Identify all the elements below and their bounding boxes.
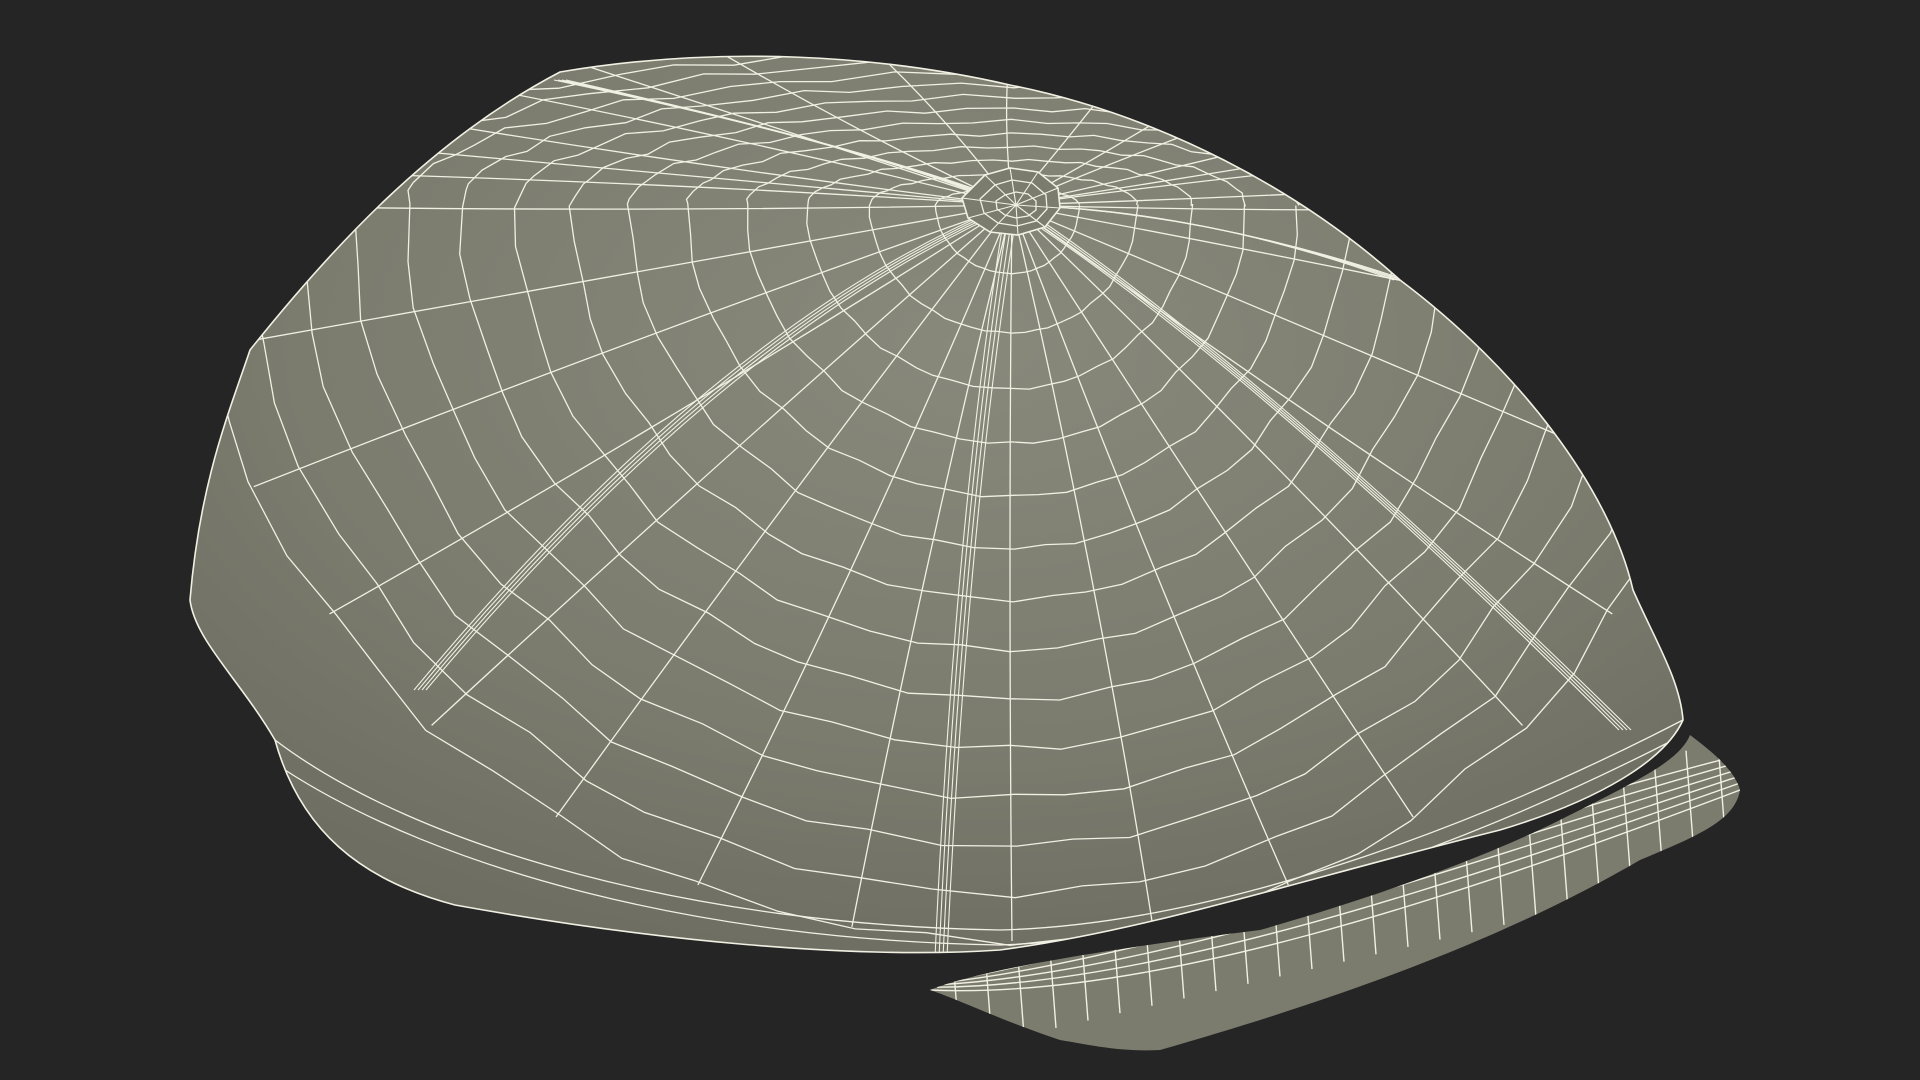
render-viewport — [0, 0, 1920, 1080]
cap-wireframe-render — [0, 0, 1920, 1080]
